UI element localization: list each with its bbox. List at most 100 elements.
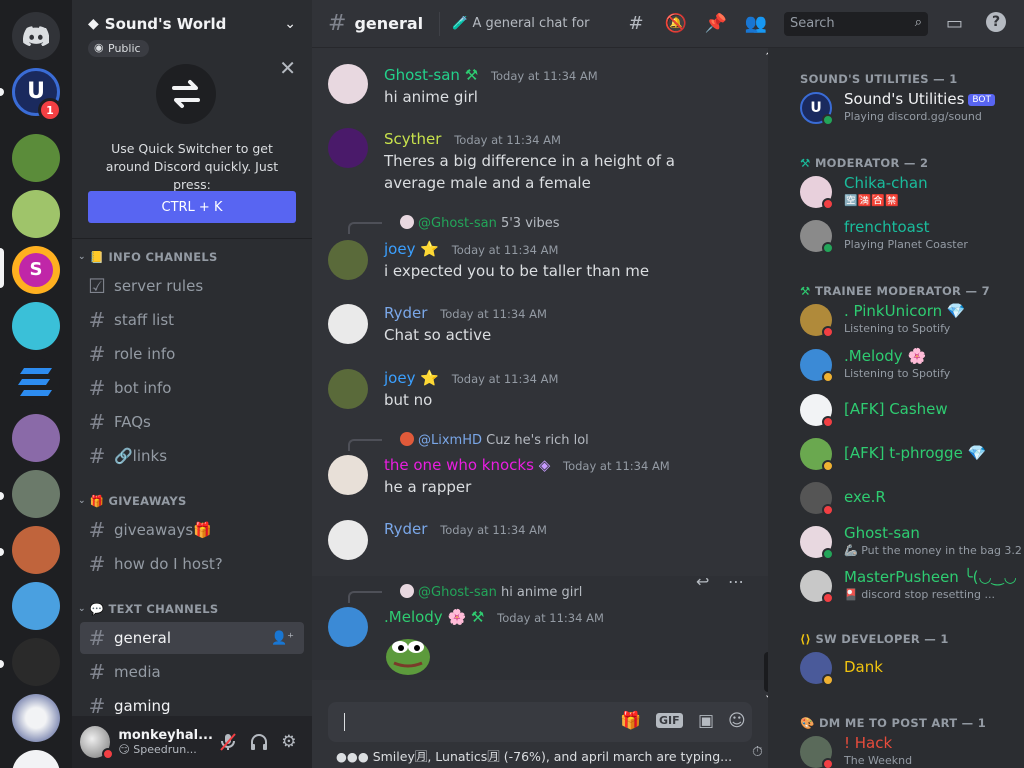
- avatar[interactable]: [328, 304, 368, 344]
- chat-area: # general 🧪 A general chat for peo... # …: [312, 0, 768, 768]
- top-right-toolbar: Search ⌕ ▭ ?: [768, 0, 1024, 48]
- channel-giveaways[interactable]: # giveaways🎁: [80, 514, 304, 546]
- hashtag-icon: #: [88, 376, 106, 400]
- member-item[interactable]: ! Hack The Weeknd: [800, 730, 1016, 768]
- channel-topic[interactable]: 🧪 A general chat for peo...: [452, 16, 592, 31]
- inbox-icon[interactable]: ▭: [946, 13, 963, 34]
- category-info-channels[interactable]: ⌄ 📒 INFO CHANNELS: [78, 250, 218, 264]
- gif-icon[interactable]: GIF: [656, 713, 683, 728]
- message-author[interactable]: Ghost-san: [384, 66, 460, 84]
- member-activity: 🦾 Put the money in the bag 3.2: [844, 544, 1022, 557]
- add-member-icon[interactable]: 👤⁺: [271, 631, 294, 646]
- channel-staff-list[interactable]: # staff list: [80, 304, 304, 336]
- member-item[interactable]: . PinkUnicorn 💎 Listening to Spotify: [800, 298, 1016, 342]
- channel-links[interactable]: # 🔗links: [80, 440, 304, 472]
- threads-icon[interactable]: #: [624, 13, 648, 34]
- server-icon-partial[interactable]: [12, 750, 60, 768]
- category-giveaways[interactable]: ⌄ 🎁 GIVEAWAYS: [78, 494, 187, 508]
- category-text-channels[interactable]: ⌄ 💬 TEXT CHANNELS: [78, 602, 218, 616]
- avatar[interactable]: [328, 455, 368, 495]
- role-header: 🎨 DM ME TO POST ART — 1: [800, 716, 987, 730]
- server-icon-map[interactable]: [12, 470, 60, 518]
- avatar[interactable]: [328, 128, 368, 168]
- avatar[interactable]: [328, 240, 368, 280]
- member-activity: Playing Planet Coaster: [844, 238, 968, 251]
- dnd-status-icon: [822, 326, 834, 338]
- server-icon-frog[interactable]: [12, 134, 60, 182]
- search-input[interactable]: Search ⌕: [784, 12, 928, 36]
- channel-role-info[interactable]: # role info: [80, 338, 304, 370]
- server-icon-dark[interactable]: [12, 638, 60, 686]
- channel-general[interactable]: # general 👤⁺: [80, 622, 304, 654]
- avatar[interactable]: [328, 520, 368, 560]
- message-author[interactable]: Ryder: [384, 304, 427, 322]
- gift-icon[interactable]: 🎁: [620, 711, 641, 731]
- avatar[interactable]: [328, 369, 368, 409]
- reply-preview[interactable]: @Ghost-san 5'3 vibes: [400, 215, 560, 231]
- member-item[interactable]: .Melody 🌸 Listening to Spotify: [800, 343, 1016, 387]
- headphones-icon[interactable]: [243, 726, 273, 758]
- avatar[interactable]: [328, 64, 368, 104]
- sticker-icon[interactable]: ▣: [698, 711, 714, 731]
- reply-icon[interactable]: ↩: [696, 572, 709, 591]
- message-author[interactable]: Scyther: [384, 130, 441, 148]
- message-author[interactable]: Ryder: [384, 520, 427, 538]
- gear-icon[interactable]: ⚙: [274, 726, 304, 758]
- message-author[interactable]: joey ⭐: [384, 240, 439, 258]
- message-input[interactable]: [344, 713, 614, 731]
- member-item[interactable]: Chika-chan 🈳🈵🈴🈲: [800, 170, 1016, 214]
- server-icon-room[interactable]: [12, 526, 60, 574]
- server-icon-stripes[interactable]: [12, 358, 60, 406]
- hashtag-icon: #: [88, 410, 106, 434]
- quick-switcher-button[interactable]: CTRL + K: [88, 191, 296, 223]
- dnd-status-icon: [822, 592, 834, 604]
- channel-how-do-i-host[interactable]: # how do I host?: [80, 548, 304, 580]
- hashtag-icon: #: [88, 444, 106, 468]
- reply-preview[interactable]: @LixmHD Cuz he's rich lol: [400, 432, 589, 448]
- avatar[interactable]: [328, 607, 368, 647]
- hashtag-icon: #: [88, 342, 106, 366]
- emoji-icon[interactable]: ☺: [728, 711, 746, 731]
- discord-home-icon[interactable]: [12, 12, 60, 60]
- channel-faqs[interactable]: # FAQs: [80, 406, 304, 438]
- member-list-icon[interactable]: 👥: [744, 13, 768, 34]
- channel-server-rules[interactable]: ☑ server rules: [80, 270, 304, 302]
- member-item[interactable]: MasterPusheen ╰(◡‿◡ 🎴 discord stop reset…: [800, 564, 1017, 608]
- server-icon-sky[interactable]: [12, 582, 60, 630]
- member-item[interactable]: frenchtoast Playing Planet Coaster: [800, 214, 1016, 258]
- message-author[interactable]: .Melody 🌸: [384, 608, 466, 626]
- more-options-icon[interactable]: ⋯: [728, 572, 744, 591]
- pinned-messages-icon[interactable]: 📌: [704, 13, 728, 34]
- mute-microphone-icon[interactable]: [213, 726, 243, 758]
- timestamp: Today at 11:34 AM: [440, 307, 547, 321]
- member-item[interactable]: [AFK] Cashew: [800, 388, 1016, 432]
- member-item[interactable]: U Sound's Utilities BOT Playing discord.g…: [800, 86, 1016, 130]
- help-icon[interactable]: ?: [986, 12, 1006, 32]
- message-composer[interactable]: 🎁 GIF ▣ ☺: [328, 702, 752, 742]
- role-header: SOUND'S UTILITIES — 1: [800, 72, 958, 86]
- server-icon-umbrella[interactable]: [12, 190, 60, 238]
- server-icon-anime[interactable]: [12, 302, 60, 350]
- channel-media[interactable]: # media: [80, 656, 304, 688]
- chevron-down-icon[interactable]: ⌄: [284, 16, 296, 32]
- server-icon-sounds-world[interactable]: S: [12, 246, 60, 294]
- avatar[interactable]: [80, 726, 114, 760]
- server-icon-pattern[interactable]: [12, 694, 60, 742]
- unread-indicator: [0, 660, 4, 668]
- reply-connector: [348, 439, 382, 451]
- member-activity: 🎴 discord stop resetting ...: [844, 588, 995, 601]
- message-author[interactable]: the one who knocks: [384, 456, 534, 474]
- reply-connector: [348, 222, 382, 234]
- reply-preview[interactable]: @Ghost-san hi anime girl: [400, 584, 582, 600]
- server-icon-person[interactable]: [12, 414, 60, 462]
- member-item[interactable]: exe.R: [800, 476, 1016, 520]
- mute-notifications-icon[interactable]: 🔕: [664, 13, 688, 34]
- user-info[interactable]: monkeyhal... 😏 Speedrun...: [118, 728, 213, 756]
- member-item[interactable]: Dank: [800, 646, 1016, 690]
- close-icon[interactable]: ✕: [279, 56, 296, 80]
- message-author[interactable]: joey ⭐: [384, 369, 439, 387]
- pepe-sticker[interactable]: [384, 629, 432, 675]
- channel-bot-info[interactable]: # bot info: [80, 372, 304, 404]
- member-item[interactable]: [AFK] t-phrogge 💎: [800, 432, 1016, 476]
- member-item[interactable]: Ghost-san 🦾 Put the money in the bag 3.2: [800, 520, 1022, 564]
